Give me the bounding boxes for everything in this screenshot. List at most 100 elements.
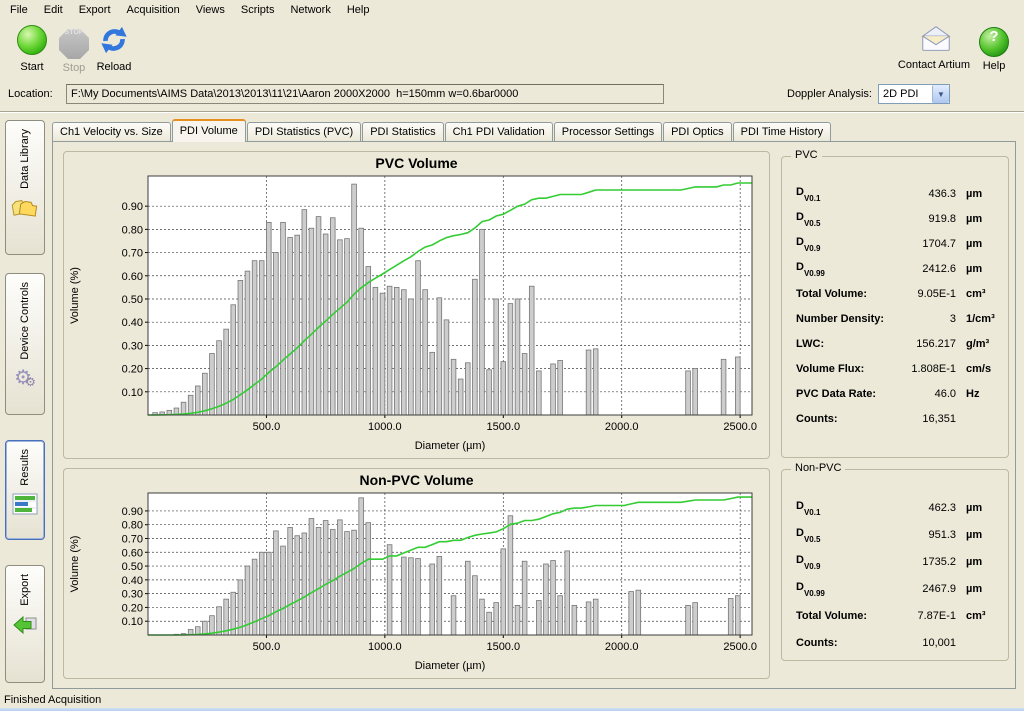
menu-network[interactable]: Network — [282, 1, 338, 19]
svg-text:0.50: 0.50 — [122, 561, 143, 573]
stat-row: DV0.992467.9µm — [796, 575, 1000, 602]
stat-value: 1704.7 — [886, 238, 956, 250]
svg-text:500.0: 500.0 — [253, 421, 281, 433]
pvc-chart-title: PVC Volume — [64, 155, 769, 174]
stat-label: Total Volume: — [796, 288, 886, 300]
menu-export[interactable]: Export — [71, 1, 119, 19]
reload-button-label: Reload — [86, 61, 142, 73]
tab-bar: Ch1 Velocity vs. SizePDI VolumePDI Stati… — [52, 119, 832, 141]
status-bar: Finished Acquisition — [0, 692, 1024, 708]
tab-pdi-volume[interactable]: PDI Volume — [172, 119, 246, 142]
tab-pdi-statistics-pvc-[interactable]: PDI Statistics (PVC) — [247, 122, 361, 141]
svg-text:2500.0: 2500.0 — [723, 641, 757, 653]
svg-text:Diameter (µm): Diameter (µm) — [415, 660, 486, 672]
stat-row: DV0.1436.3µm — [796, 181, 1000, 206]
top-separator — [0, 111, 1024, 113]
sidebar-item-label: Results — [19, 449, 31, 486]
stat-label: DV0.5 — [796, 527, 886, 541]
svg-text:0.30: 0.30 — [122, 340, 143, 352]
stat-label: Counts: — [796, 413, 886, 425]
location-input[interactable] — [66, 84, 664, 104]
stat-unit: cm³ — [956, 288, 1000, 300]
stat-row: Volume Flux:1.808E-1cm/s — [796, 356, 1000, 381]
menu-help[interactable]: Help — [339, 1, 378, 19]
svg-text:Volume (%): Volume (%) — [69, 267, 81, 324]
doppler-analysis-value: 2D PDI — [879, 88, 932, 100]
chevron-down-icon: ▼ — [932, 85, 949, 103]
stat-row: DV0.992412.6µm — [796, 256, 1000, 281]
nonpvc-volume-chart-box: Non-PVC Volume 0.100.200.300.400.500.600… — [63, 468, 770, 679]
stat-row: Total Volume:9.05E-1cm³ — [796, 281, 1000, 306]
stat-value: 2412.6 — [886, 263, 956, 275]
stat-row: DV0.5951.3µm — [796, 521, 1000, 548]
stat-value: 10,001 — [886, 637, 956, 649]
stat-label: PVC Data Rate: — [796, 388, 886, 400]
svg-text:0.40: 0.40 — [122, 317, 143, 329]
doppler-analysis-select[interactable]: 2D PDI ▼ — [878, 84, 950, 104]
envelope-icon — [919, 25, 949, 55]
stat-label: DV0.9 — [796, 236, 886, 250]
tab-ch1-velocity-vs-size[interactable]: Ch1 Velocity vs. Size — [52, 122, 171, 141]
sidebar: Data Library Device Controls⚙⚙ Results Expo… — [3, 118, 47, 688]
stat-unit: µm — [956, 529, 1000, 541]
tab-processor-settings[interactable]: Processor Settings — [554, 122, 662, 141]
svg-text:0.90: 0.90 — [122, 201, 143, 213]
help-button[interactable]: ? Help — [972, 25, 1016, 72]
svg-text:Volume (%): Volume (%) — [69, 536, 81, 593]
svg-text:1500.0: 1500.0 — [486, 641, 520, 653]
reload-button[interactable]: Reload — [86, 25, 142, 73]
svg-text:0.10: 0.10 — [122, 387, 143, 399]
svg-text:0.30: 0.30 — [122, 589, 143, 601]
stat-unit: µm — [956, 556, 1000, 568]
sidebar-item-data-library[interactable]: Data Library — [5, 120, 45, 255]
contact-artium-button[interactable]: Contact Artium — [892, 25, 976, 71]
stat-value: 462.3 — [886, 502, 956, 514]
svg-text:Diameter (µm): Diameter (µm) — [415, 440, 486, 452]
tab-pdi-time-history[interactable]: PDI Time History — [733, 122, 832, 141]
menu-acquisition[interactable]: Acquisition — [119, 1, 188, 19]
tab-pdi-statistics[interactable]: PDI Statistics — [362, 122, 443, 141]
svg-text:1500.0: 1500.0 — [486, 421, 520, 433]
svg-text:2000.0: 2000.0 — [605, 641, 639, 653]
stat-value: 919.8 — [886, 213, 956, 225]
menu-bar: FileEditExportAcquisitionViewsScriptsNet… — [0, 0, 1024, 19]
menu-edit[interactable]: Edit — [36, 1, 71, 19]
sidebar-item-export[interactable]: Export — [5, 565, 45, 683]
stop-icon: STOP — [59, 29, 89, 59]
pvc-volume-chart: 0.100.200.300.400.500.600.700.800.90500.… — [64, 174, 765, 455]
stat-value: 16,351 — [886, 413, 956, 425]
pvc-stats-box: PVC DV0.1436.3µmDV0.5919.8µmDV0.91704.7µ… — [781, 156, 1009, 458]
tab-ch1-pdi-validation[interactable]: Ch1 PDI Validation — [445, 122, 553, 141]
help-icon: ? — [979, 27, 1009, 57]
stat-value: 951.3 — [886, 529, 956, 541]
status-text: Finished Acquisition — [4, 694, 101, 706]
stat-value: 3 — [886, 313, 956, 325]
menu-views[interactable]: Views — [188, 1, 233, 19]
svg-text:0.70: 0.70 — [122, 533, 143, 545]
bar-chart-icon — [11, 491, 39, 517]
stat-label: DV0.5 — [796, 211, 886, 225]
stat-label: LWC: — [796, 338, 886, 350]
svg-text:1000.0: 1000.0 — [368, 641, 402, 653]
stat-value: 436.3 — [886, 188, 956, 200]
stat-value: 1735.2 — [886, 556, 956, 568]
menu-file[interactable]: File — [2, 1, 36, 19]
sidebar-item-results[interactable]: Results — [5, 440, 45, 540]
sidebar-item-label: Export — [19, 574, 31, 606]
menu-scripts[interactable]: Scripts — [233, 1, 283, 19]
stat-label: Counts: — [796, 637, 886, 649]
stat-unit: µm — [956, 263, 1000, 275]
svg-text:0.40: 0.40 — [122, 575, 143, 587]
stat-value: 2467.9 — [886, 583, 956, 595]
svg-text:0.50: 0.50 — [122, 294, 143, 306]
sidebar-item-device-controls[interactable]: Device Controls⚙⚙ — [5, 273, 45, 415]
stat-unit: µm — [956, 502, 1000, 514]
tab-pdi-optics[interactable]: PDI Optics — [663, 122, 732, 141]
stat-label: DV0.9 — [796, 554, 886, 568]
gears-icon: ⚙⚙ — [11, 365, 39, 391]
stat-unit: µm — [956, 188, 1000, 200]
help-button-label: Help — [972, 60, 1016, 72]
svg-text:500.0: 500.0 — [253, 641, 281, 653]
svg-text:0.20: 0.20 — [122, 602, 143, 614]
stat-label: DV0.99 — [796, 581, 886, 595]
